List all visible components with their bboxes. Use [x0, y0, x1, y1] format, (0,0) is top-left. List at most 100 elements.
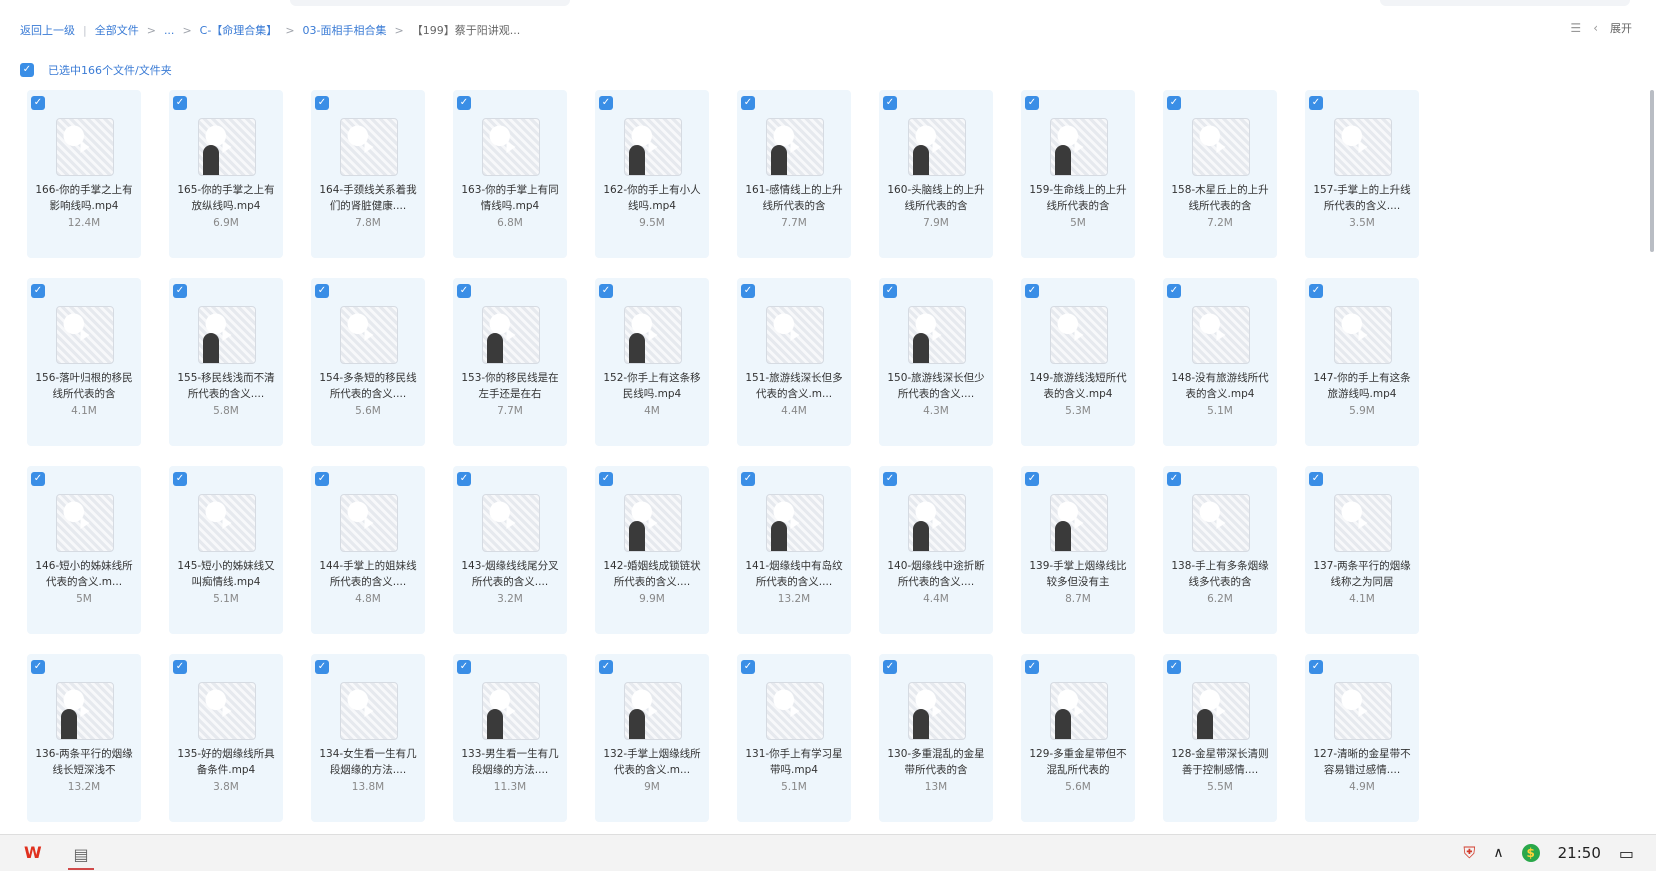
video-thumbnail[interactable]: [624, 118, 682, 176]
file-name[interactable]: 151-旅游线深长但多代表的含义.m...: [745, 370, 843, 402]
file-checkbox[interactable]: ✓: [1025, 284, 1039, 298]
video-thumbnail[interactable]: [624, 494, 682, 552]
expand-button[interactable]: 展开: [1610, 20, 1632, 36]
file-card[interactable]: ✓ 132-手掌上烟缘线所代表的含义.m... 9M: [595, 654, 709, 822]
file-name[interactable]: 143-烟缘线线尾分叉所代表的含义....: [461, 558, 559, 590]
file-card[interactable]: ✓ 146-短小的姊妹线所代表的含义.m... 5M: [27, 466, 141, 634]
file-card[interactable]: ✓ 127-清晰的金星带不容易错过感情.... 4.9M: [1305, 654, 1419, 822]
file-name[interactable]: 134-女生看一生有几段烟缘的方法....: [319, 746, 417, 778]
file-name[interactable]: 156-落叶归根的移民线所代表的含: [35, 370, 133, 402]
file-card[interactable]: ✓ 148-没有旅游线所代表的含义.mp4 5.1M: [1163, 278, 1277, 446]
file-name[interactable]: 166-你的手掌之上有影响线吗.mp4: [35, 182, 133, 214]
video-thumbnail[interactable]: [56, 682, 114, 740]
file-checkbox[interactable]: ✓: [173, 660, 187, 674]
file-card[interactable]: ✓ 137-两条平行的烟缘线称之为同居 4.1M: [1305, 466, 1419, 634]
file-checkbox[interactable]: ✓: [741, 96, 755, 110]
file-checkbox[interactable]: ✓: [173, 96, 187, 110]
video-thumbnail[interactable]: [1050, 118, 1108, 176]
file-card[interactable]: ✓ 130-多重混乱的金星带所代表的含 13M: [879, 654, 993, 822]
file-card[interactable]: ✓ 131-你手上有学习星带吗.mp4 5.1M: [737, 654, 851, 822]
file-checkbox[interactable]: ✓: [1309, 284, 1323, 298]
wps-icon[interactable]: W: [24, 843, 42, 862]
file-card[interactable]: ✓ 144-手掌上的姐妹线所代表的含义.... 4.8M: [311, 466, 425, 634]
file-card[interactable]: ✓ 145-短小的姊妹线又叫痴情线.mp4 5.1M: [169, 466, 283, 634]
file-checkbox[interactable]: ✓: [1167, 660, 1181, 674]
file-checkbox[interactable]: ✓: [457, 96, 471, 110]
file-name[interactable]: 164-手颈线关系着我们的肾脏健康....: [319, 182, 417, 214]
video-thumbnail[interactable]: [482, 682, 540, 740]
file-card[interactable]: ✓ 149-旅游线浅短所代表的含义.mp4 5.3M: [1021, 278, 1135, 446]
select-all[interactable]: ✓ 已选中166个文件/文件夹: [20, 62, 172, 78]
select-all-checkbox[interactable]: ✓: [20, 63, 34, 77]
video-thumbnail[interactable]: [56, 494, 114, 552]
file-card[interactable]: ✓ 156-落叶归根的移民线所代表的含 4.1M: [27, 278, 141, 446]
file-checkbox[interactable]: ✓: [599, 660, 613, 674]
video-thumbnail[interactable]: [766, 682, 824, 740]
file-card[interactable]: ✓ 136-两条平行的烟缘线长短深浅不 13.2M: [27, 654, 141, 822]
file-card[interactable]: ✓ 159-生命线上的上升线所代表的含 5M: [1021, 90, 1135, 258]
file-name[interactable]: 155-移民线浅而不清所代表的含义....: [177, 370, 275, 402]
file-name[interactable]: 140-烟缘线中途折断所代表的含义....: [887, 558, 985, 590]
file-card[interactable]: ✓ 140-烟缘线中途折断所代表的含义.... 4.4M: [879, 466, 993, 634]
file-name[interactable]: 150-旅游线深长但少所代表的含义....: [887, 370, 985, 402]
file-name[interactable]: 130-多重混乱的金星带所代表的含: [887, 746, 985, 778]
ellipsis-link[interactable]: ...: [164, 24, 175, 37]
file-name[interactable]: 147-你的手上有这条旅游线吗.mp4: [1313, 370, 1411, 402]
file-card[interactable]: ✓ 142-婚姻线成锁链状所代表的含义.... 9.9M: [595, 466, 709, 634]
video-thumbnail[interactable]: [1050, 682, 1108, 740]
video-thumbnail[interactable]: [1334, 494, 1392, 552]
file-name[interactable]: 129-多重金星带但不混乱所代表的: [1029, 746, 1127, 778]
video-thumbnail[interactable]: [908, 682, 966, 740]
file-checkbox[interactable]: ✓: [1167, 96, 1181, 110]
file-card[interactable]: ✓ 139-手掌上烟缘线比较多但没有主 8.7M: [1021, 466, 1135, 634]
file-checkbox[interactable]: ✓: [1025, 472, 1039, 486]
video-thumbnail[interactable]: [766, 118, 824, 176]
file-card[interactable]: ✓ 151-旅游线深长但多代表的含义.m... 4.4M: [737, 278, 851, 446]
video-thumbnail[interactable]: [1192, 494, 1250, 552]
file-checkbox[interactable]: ✓: [31, 472, 45, 486]
message-icon[interactable]: ▭: [1619, 844, 1634, 863]
video-thumbnail[interactable]: [340, 306, 398, 364]
file-name[interactable]: 133-男生看一生有几段烟缘的方法....: [461, 746, 559, 778]
clock[interactable]: 21:50: [1558, 844, 1601, 862]
file-name[interactable]: 127-清晰的金星带不容易错过感情....: [1313, 746, 1411, 778]
file-checkbox[interactable]: ✓: [1309, 96, 1323, 110]
video-thumbnail[interactable]: [482, 306, 540, 364]
video-thumbnail[interactable]: [56, 118, 114, 176]
chevron-up-icon[interactable]: ∧: [1493, 845, 1503, 861]
file-name[interactable]: 136-两条平行的烟缘线长短深浅不: [35, 746, 133, 778]
file-checkbox[interactable]: ✓: [315, 284, 329, 298]
file-name[interactable]: 132-手掌上烟缘线所代表的含义.m...: [603, 746, 701, 778]
file-card[interactable]: ✓ 141-烟缘线中有岛纹所代表的含义.... 13.2M: [737, 466, 851, 634]
file-checkbox[interactable]: ✓: [457, 472, 471, 486]
file-checkbox[interactable]: ✓: [599, 472, 613, 486]
chevron-left-icon[interactable]: ‹: [1593, 21, 1598, 35]
video-thumbnail[interactable]: [1192, 306, 1250, 364]
file-name[interactable]: 157-手掌上的上升线所代表的含义....: [1313, 182, 1411, 214]
file-card[interactable]: ✓ 133-男生看一生有几段烟缘的方法.... 11.3M: [453, 654, 567, 822]
video-thumbnail[interactable]: [908, 306, 966, 364]
file-checkbox[interactable]: ✓: [457, 284, 471, 298]
file-name[interactable]: 144-手掌上的姐妹线所代表的含义....: [319, 558, 417, 590]
scrollbar[interactable]: [1650, 90, 1654, 252]
video-thumbnail[interactable]: [198, 306, 256, 364]
video-thumbnail[interactable]: [340, 118, 398, 176]
file-card[interactable]: ✓ 155-移民线浅而不清所代表的含义.... 5.8M: [169, 278, 283, 446]
file-card[interactable]: ✓ 157-手掌上的上升线所代表的含义.... 3.5M: [1305, 90, 1419, 258]
file-checkbox[interactable]: ✓: [1025, 96, 1039, 110]
file-checkbox[interactable]: ✓: [173, 284, 187, 298]
file-card[interactable]: ✓ 138-手上有多条烟缘线多代表的含 6.2M: [1163, 466, 1277, 634]
file-card[interactable]: ✓ 154-多条短的移民线所代表的含义.... 5.6M: [311, 278, 425, 446]
file-card[interactable]: ✓ 143-烟缘线线尾分叉所代表的含义.... 3.2M: [453, 466, 567, 634]
video-thumbnail[interactable]: [624, 306, 682, 364]
file-checkbox[interactable]: ✓: [883, 284, 897, 298]
file-name[interactable]: 131-你手上有学习星带吗.mp4: [745, 746, 843, 778]
file-card[interactable]: ✓ 166-你的手掌之上有影响线吗.mp4 12.4M: [27, 90, 141, 258]
file-card[interactable]: ✓ 165-你的手掌之上有放纵线吗.mp4 6.9M: [169, 90, 283, 258]
file-card[interactable]: ✓ 134-女生看一生有几段烟缘的方法.... 13.8M: [311, 654, 425, 822]
file-checkbox[interactable]: ✓: [31, 284, 45, 298]
file-name[interactable]: 138-手上有多条烟缘线多代表的含: [1171, 558, 1269, 590]
file-card[interactable]: ✓ 162-你的手上有小人线吗.mp4 9.5M: [595, 90, 709, 258]
file-checkbox[interactable]: ✓: [741, 284, 755, 298]
file-checkbox[interactable]: ✓: [31, 96, 45, 110]
